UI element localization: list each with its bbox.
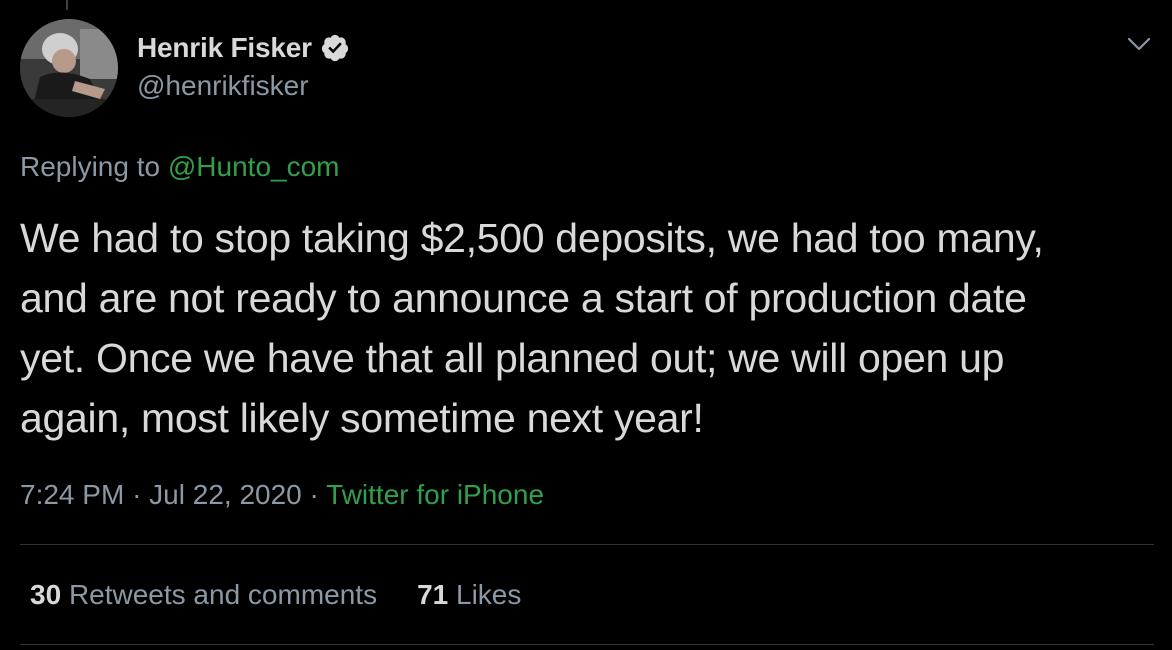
tweet-text: We had to stop taking $2,500 deposits, w… [20, 208, 1160, 448]
tweet-text-line: and are not ready to announce a start of… [20, 275, 1027, 321]
meta-separator: · [132, 479, 142, 510]
tweet-time[interactable]: 7:24 PM [20, 479, 124, 510]
tweet-text-line: We had to stop taking $2,500 deposits, w… [20, 215, 1044, 261]
tweet-date[interactable]: Jul 22, 2020 [149, 479, 302, 510]
author-name-row[interactable]: Henrik Fisker [137, 30, 350, 66]
tweet-text-line: again, most likely sometime next year! [20, 395, 704, 441]
thread-connector-line [66, 0, 68, 10]
reply-handle-link[interactable]: @Hunto_com [168, 151, 340, 182]
chevron-down-icon[interactable] [1126, 31, 1152, 57]
tweet-stats: 30 Retweets and comments 71 Likes [30, 579, 521, 611]
tweet-meta: 7:24 PM · Jul 22, 2020 · Twitter for iPh… [20, 479, 544, 511]
avatar-image [20, 19, 118, 117]
retweets-count: 30 [30, 579, 62, 610]
meta-separator: · [309, 479, 319, 510]
likes-count: 71 [417, 579, 449, 610]
tweet-text-line: yet. Once we have that all planned out; … [20, 335, 1005, 381]
likes-stat[interactable]: 71 Likes [417, 579, 521, 611]
replying-to-label: Replying to [20, 151, 161, 182]
verified-badge-icon [320, 33, 350, 63]
retweets-stat[interactable]: 30 Retweets and comments [30, 579, 377, 611]
retweets-label: Retweets and comments [68, 579, 378, 610]
divider [20, 544, 1154, 545]
avatar[interactable] [20, 19, 118, 117]
author-display-name[interactable]: Henrik Fisker [137, 32, 312, 64]
divider [20, 644, 1154, 645]
replying-to-line: Replying to @Hunto_com [20, 151, 339, 183]
author-handle[interactable]: @henrikfisker [137, 70, 309, 102]
tweet-source-link[interactable]: Twitter for iPhone [326, 479, 544, 510]
likes-label: Likes [456, 579, 522, 610]
